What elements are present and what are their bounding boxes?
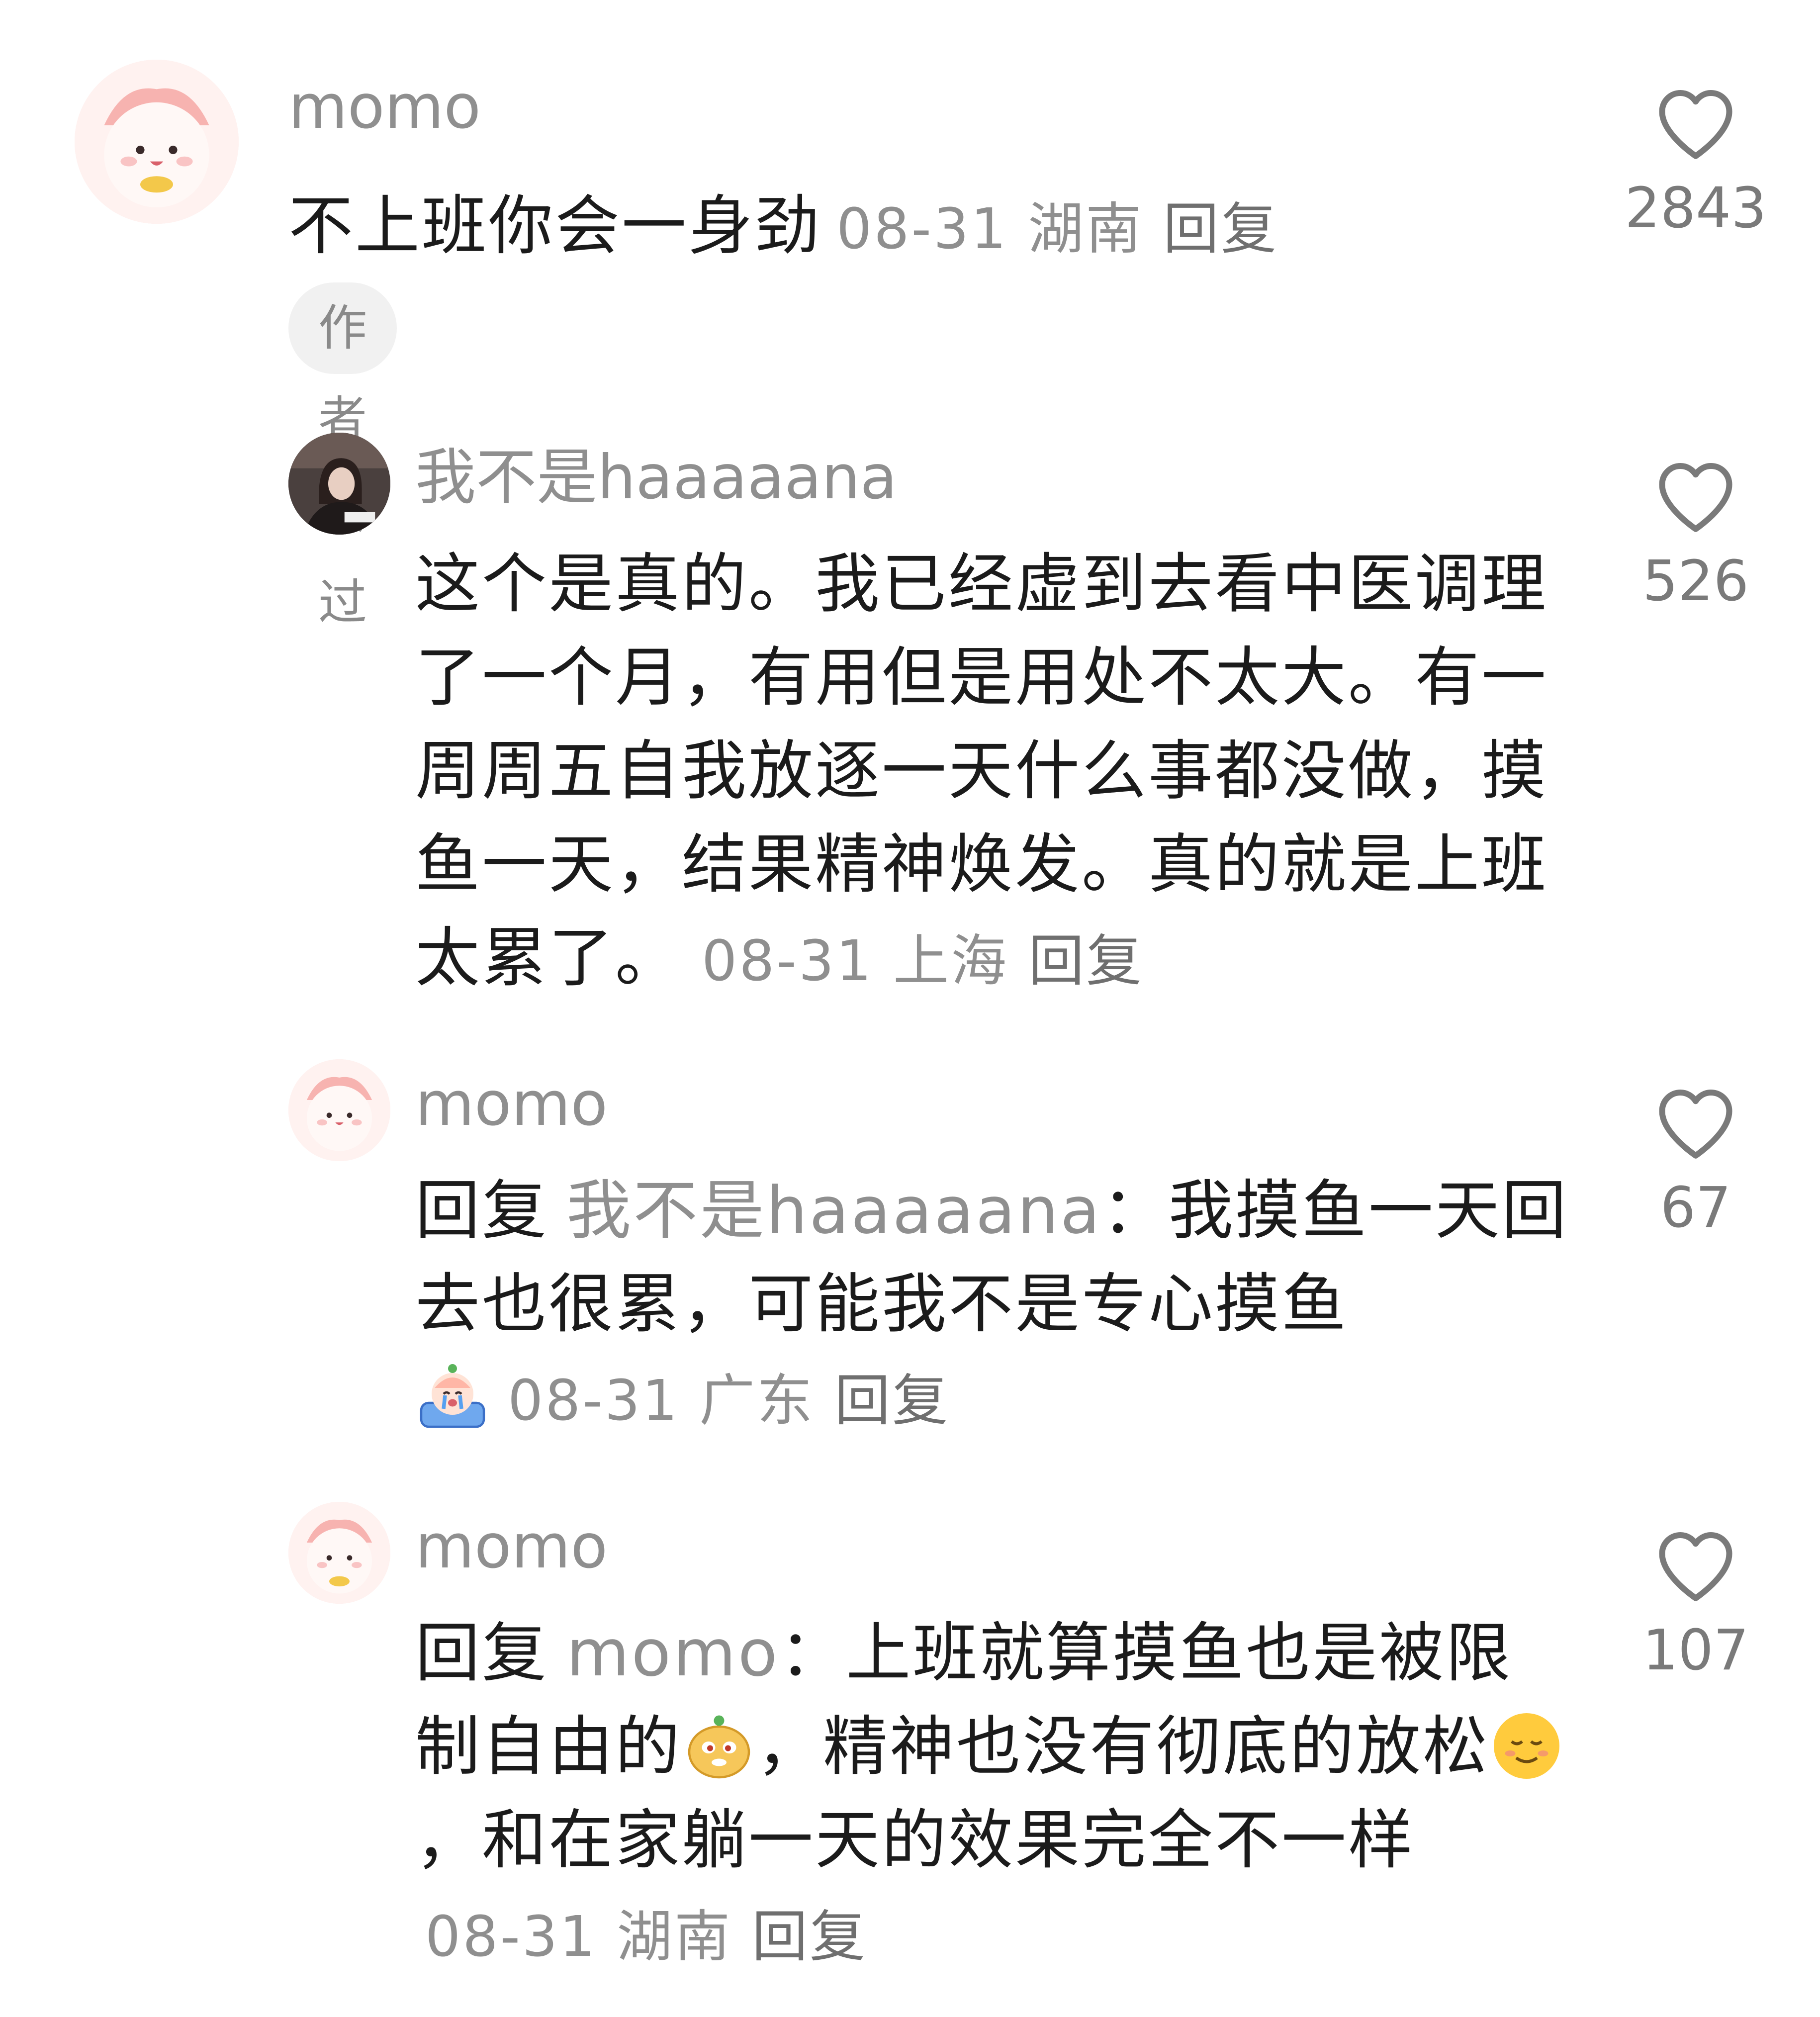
reply-colon: ： xyxy=(1101,1173,1169,1248)
like-count: 2843 xyxy=(1625,176,1767,241)
avatar-cartoon-icon xyxy=(288,1059,390,1161)
comment-body: 这个是真的。我已经虚到去看中医调理了一个月，有用但是用处不太大。有一周周五自我放… xyxy=(415,537,1574,1008)
heart-outline-icon xyxy=(1659,90,1732,159)
reply-target-username[interactable]: 我不是haaaaana xyxy=(566,1173,1102,1248)
comment-location: 湖南 xyxy=(617,1905,732,1969)
comment-date: 08-31 xyxy=(508,1369,680,1433)
reply-target-username[interactable]: momo xyxy=(566,1615,779,1691)
like-count: 107 xyxy=(1642,1618,1749,1683)
reply-button[interactable]: 回复 xyxy=(834,1369,950,1433)
avatar[interactable] xyxy=(75,60,239,224)
reply-prefix: 回复 xyxy=(415,1173,549,1248)
avatar[interactable] xyxy=(288,1059,390,1161)
like-button[interactable]: 526 xyxy=(1621,453,1770,619)
avatar[interactable] xyxy=(288,1502,390,1604)
comment-username[interactable]: 我不是haaaaana xyxy=(415,440,897,515)
avatar-cartoon-icon xyxy=(75,60,239,224)
relieved-face-icon xyxy=(1489,1709,1564,1783)
comment-body: 回复 momo：上班就算摸鱼也是被限制自由的 ，精神也没有彻底的放松 ，和在家躺… xyxy=(415,1606,1574,1984)
avatar-photo-icon xyxy=(288,433,390,535)
comment-body: 回复 我不是haaaaana：我摸鱼一天回去也很累，可能我不是专心摸鱼 08-31… xyxy=(415,1164,1574,1448)
heart-outline-icon xyxy=(1659,463,1732,532)
like-button[interactable]: 67 xyxy=(1621,1079,1770,1245)
comment-date: 08-31 xyxy=(425,1905,597,1969)
comment-text-part3: ，和在家躺一天的效果完全不一样 xyxy=(415,1802,1415,1878)
comment-location: 上海 xyxy=(893,929,1009,994)
heart-outline-icon xyxy=(1659,1090,1732,1159)
comment-text: 不上班你会一身劲 xyxy=(288,188,822,264)
like-button[interactable]: 2843 xyxy=(1621,80,1770,246)
like-button[interactable]: 107 xyxy=(1621,1522,1770,1688)
crying-sticker-icon xyxy=(415,1360,490,1434)
comment-username[interactable]: momo xyxy=(288,70,481,144)
comment-username[interactable]: momo xyxy=(415,1067,608,1141)
smug-sticker-icon xyxy=(682,1709,756,1783)
reply-button[interactable]: 回复 xyxy=(1028,929,1144,994)
comment-date: 08-31 xyxy=(836,197,1008,262)
comment-meta: 08-31 上海 回复 xyxy=(702,929,1144,994)
heart-outline-icon xyxy=(1659,1532,1732,1601)
reply-button[interactable]: 回复 xyxy=(752,1905,867,1969)
like-count: 67 xyxy=(1660,1176,1731,1240)
avatar-cartoon-icon xyxy=(288,1502,390,1604)
comment-username[interactable]: momo xyxy=(415,1509,608,1584)
comment-text-part2: ，精神也没有彻底的放松 xyxy=(756,1709,1490,1784)
avatar[interactable] xyxy=(288,433,390,535)
comment-body: 不上班你会一身劲 08-31 湖南 回复 xyxy=(288,179,1581,276)
comment-text: 这个是真的。我已经虚到去看中医调理了一个月，有用但是用处不太大。有一周周五自我放… xyxy=(415,546,1548,996)
reply-button[interactable]: 回复 xyxy=(1163,197,1278,262)
comment-meta: 08-31 湖南 回复 xyxy=(836,197,1278,262)
comment-date: 08-31 xyxy=(702,929,874,994)
comment-location: 湖南 xyxy=(1028,197,1144,262)
reply-prefix: 回复 xyxy=(415,1615,549,1691)
author-liked-badge: 作者赞过 xyxy=(288,282,397,631)
comment-meta: 08-31 广东 回复 xyxy=(508,1369,950,1433)
reply-colon: ： xyxy=(779,1615,846,1691)
comment-meta: 08-31 湖南 回复 xyxy=(425,1905,867,1969)
comment-location: 广东 xyxy=(699,1369,815,1433)
like-count: 526 xyxy=(1642,549,1749,614)
